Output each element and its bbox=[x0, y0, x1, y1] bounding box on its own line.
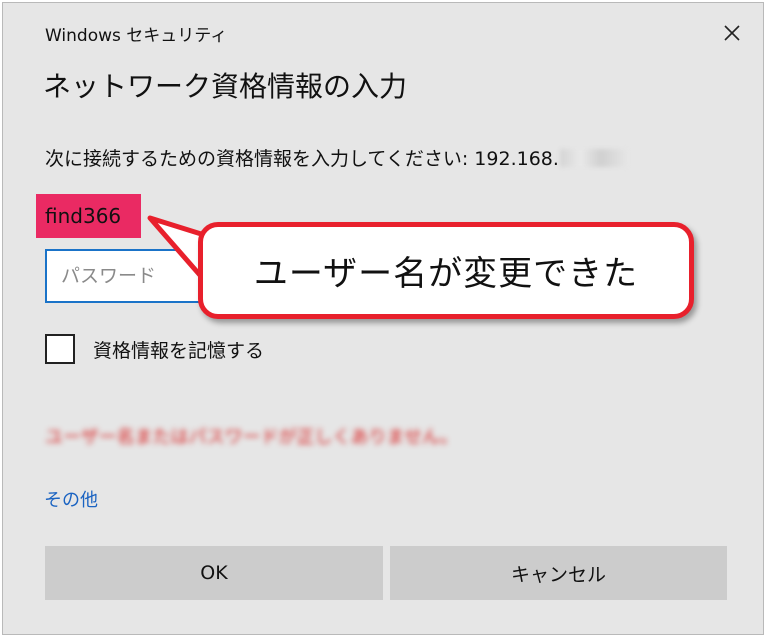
username-text: find366 bbox=[45, 204, 122, 228]
remember-credentials[interactable]: 資格情報を記憶する bbox=[45, 334, 264, 364]
callout-text: ユーザー名が変更できた bbox=[253, 254, 639, 294]
connection-prompt: 次に接続するための資格情報を入力してください: 192.168. bbox=[45, 144, 628, 171]
annotation-callout: ユーザー名が変更できた bbox=[198, 222, 694, 319]
redacted-ip bbox=[559, 149, 628, 167]
cancel-button[interactable]: キャンセル bbox=[390, 546, 727, 600]
close-icon bbox=[724, 25, 740, 41]
window-title: Windows セキュリティ bbox=[45, 26, 228, 46]
ok-button[interactable]: OK bbox=[45, 546, 383, 600]
dialog-heading: ネットワーク資格情報の入力 bbox=[43, 70, 408, 103]
remember-checkbox[interactable] bbox=[45, 334, 75, 364]
error-message: ユーザー名またはパスワードが正しくありません。 bbox=[45, 427, 459, 448]
remember-label: 資格情報を記憶する bbox=[93, 339, 265, 362]
close-button[interactable] bbox=[709, 11, 755, 55]
more-options-link[interactable]: その他 bbox=[44, 486, 98, 512]
username-display: find366 bbox=[36, 194, 141, 238]
prompt-text: 次に接続するための資格情報を入力してください: 192.168. bbox=[45, 148, 559, 170]
